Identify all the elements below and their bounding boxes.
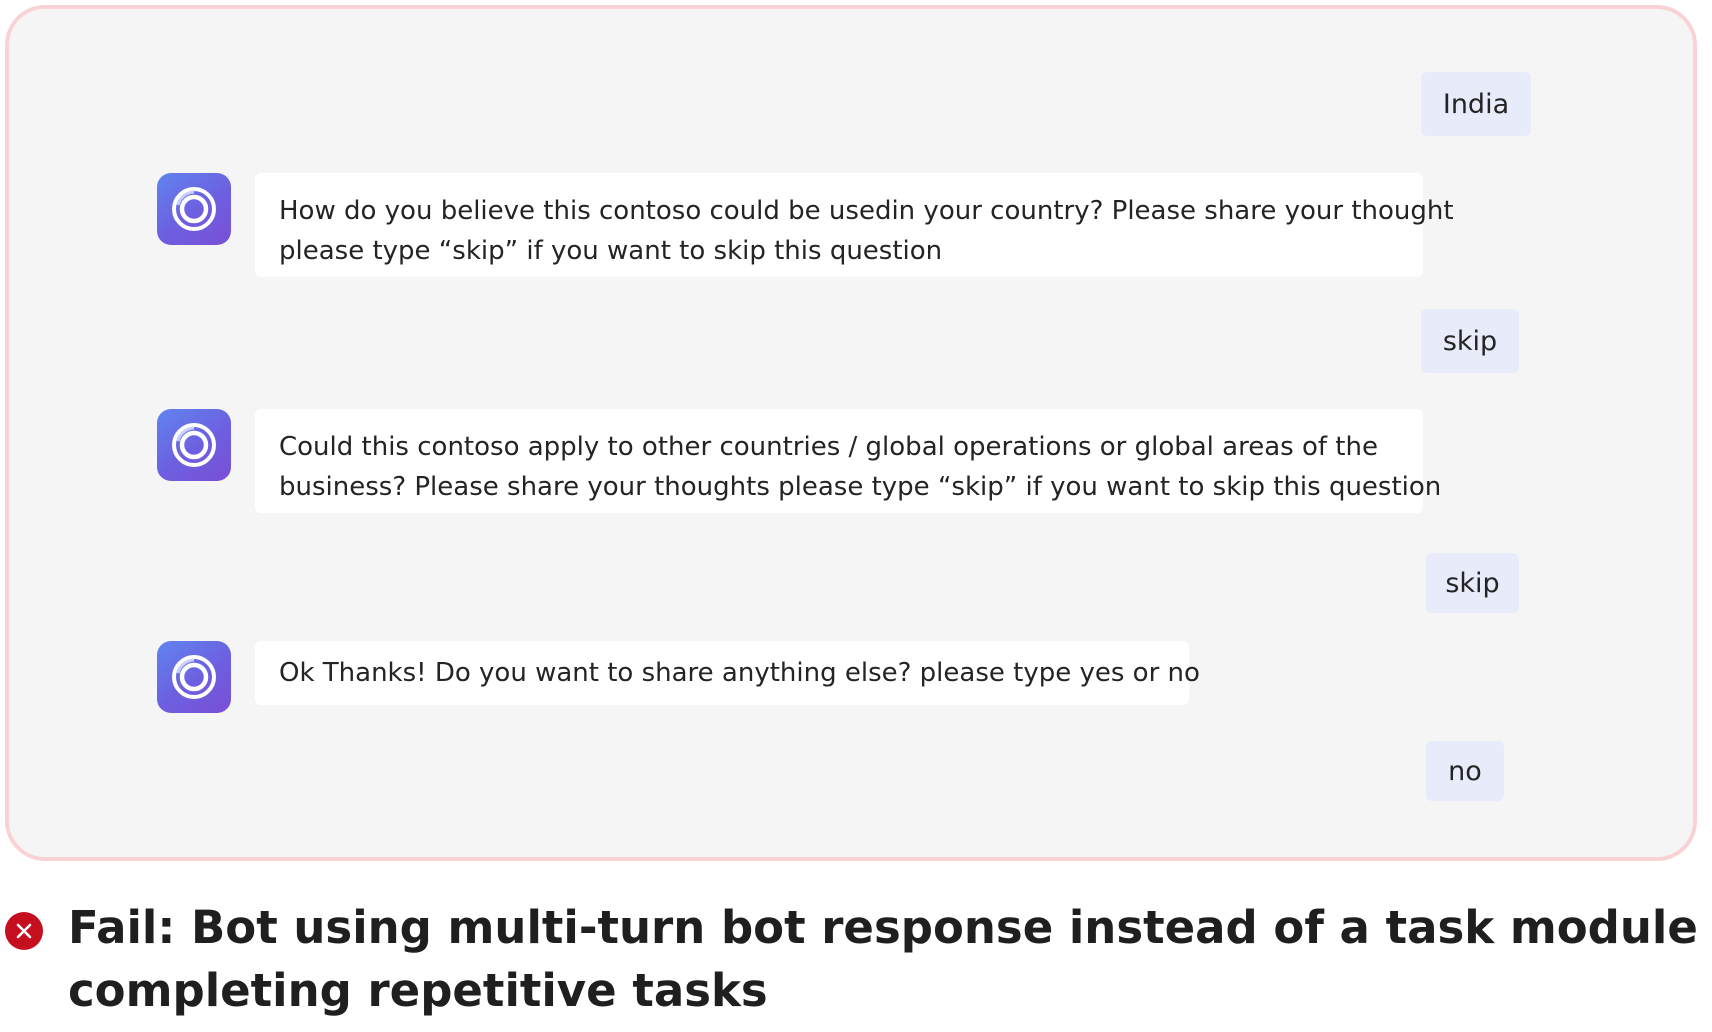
bot-message-bubble: How do you believe this contoso could be… xyxy=(255,173,1454,277)
bot-message-bubble: Could this contoso apply to other countr… xyxy=(255,409,1442,513)
bot-message-bubble: Ok Thanks! Do you want to share anything… xyxy=(255,641,1200,705)
bot-message-line: Could this contoso apply to other countr… xyxy=(279,432,1378,462)
bot-avatar xyxy=(157,409,231,481)
user-message-text: no xyxy=(1448,755,1482,787)
bot-ring-icon xyxy=(172,423,216,467)
bot-message-row: Could this contoso apply to other countr… xyxy=(157,409,1442,513)
caption-line: completing repetitive tasks xyxy=(68,964,768,1017)
caption-line: Fail: Bot using multi-turn bot response … xyxy=(68,901,1712,954)
bot-avatar xyxy=(157,173,231,245)
chat-conversation-frame: India How do you believe this contoso co… xyxy=(5,5,1697,861)
user-message-bubble: skip xyxy=(1426,553,1519,613)
user-message-bubble: skip xyxy=(1421,309,1519,373)
bot-message-line: Ok Thanks! Do you want to share anything… xyxy=(279,658,1200,688)
bot-message-line: How do you believe this contoso could be… xyxy=(279,196,1454,226)
user-message-text: India xyxy=(1442,88,1510,120)
bot-message-line: business? Please share your thoughts ple… xyxy=(279,472,1442,502)
bot-message-row: Ok Thanks! Do you want to share anything… xyxy=(157,641,1200,713)
fail-x-icon xyxy=(5,912,43,950)
user-message-text: skip xyxy=(1445,567,1500,599)
bot-avatar xyxy=(157,641,231,713)
bot-message-line: please type “skip” if you want to skip t… xyxy=(279,236,943,266)
bot-ring-icon xyxy=(172,655,216,699)
user-message-bubble: no xyxy=(1426,741,1504,801)
caption-text: Fail: Bot using multi-turn bot response … xyxy=(68,896,1712,1022)
user-message-text: skip xyxy=(1442,325,1498,357)
bot-ring-icon xyxy=(172,187,216,231)
user-message-bubble: India xyxy=(1421,72,1531,136)
bot-message-row: How do you believe this contoso could be… xyxy=(157,173,1454,277)
